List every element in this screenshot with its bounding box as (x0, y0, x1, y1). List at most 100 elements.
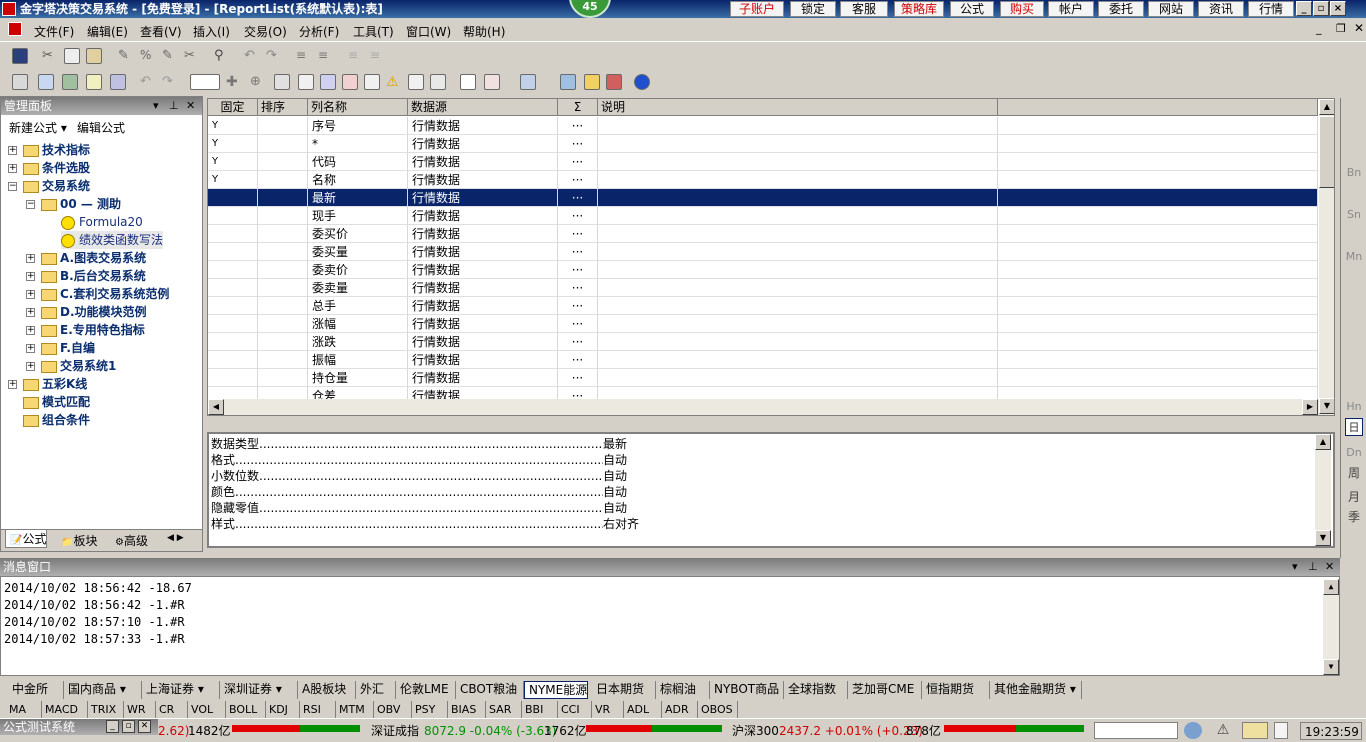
indicator-tab[interactable]: ADR (662, 701, 698, 718)
property-value[interactable]: 自动 (603, 468, 627, 484)
tree-node[interactable]: Formula20 (61, 213, 143, 231)
performance-badge[interactable]: 45 (569, 0, 611, 18)
title-button-4[interactable]: 公式 (950, 1, 994, 17)
msg-scroll-up-icon[interactable]: ▲ (1323, 579, 1339, 595)
grid-header-1[interactable]: 排序 (258, 99, 308, 116)
grid-cell[interactable]: ··· (558, 279, 598, 297)
msg-pin-icon[interactable]: ⊥ (1308, 558, 1318, 576)
period-button[interactable]: Mn (1345, 248, 1363, 266)
grid-cell[interactable]: ··· (558, 153, 598, 171)
tree-node[interactable]: 交易系统1 (41, 357, 116, 375)
tree-node[interactable]: D.功能模块范例 (41, 303, 147, 321)
bar-chart-icon[interactable] (484, 74, 500, 90)
grid-cell[interactable]: ··· (558, 207, 598, 225)
grid-header-0[interactable]: 固定 (208, 99, 258, 116)
uncomment-icon[interactable]: ≡ (370, 48, 386, 64)
tree-node[interactable]: F.自编 (41, 339, 95, 357)
edit-formula-button[interactable]: 编辑公式 (77, 119, 125, 136)
title-button-8[interactable]: 网站 (1148, 1, 1194, 17)
cut-icon[interactable]: ✂ (42, 48, 58, 64)
market-tab[interactable]: 深圳证券 ▾ (220, 681, 298, 699)
status-input[interactable] (1094, 722, 1178, 739)
indicator-tab[interactable]: CR (156, 701, 188, 718)
tree-node[interactable]: 组合条件 (23, 411, 90, 429)
grid-cell[interactable]: ··· (558, 297, 598, 315)
market-tab[interactable]: 中金所 (8, 681, 64, 699)
scroll-up-icon[interactable]: ▲ (1319, 99, 1334, 115)
market-tab[interactable]: CBOT粮油 (456, 681, 524, 699)
title-button-6[interactable]: 帐户 (1048, 1, 1094, 17)
indicator-tab[interactable]: MTM (336, 701, 374, 718)
grid-header-2[interactable]: 列名称 (308, 99, 408, 116)
tree-node[interactable]: 00 — 测助 (41, 195, 121, 213)
panel-menu-icon[interactable]: ▾ (153, 97, 159, 115)
period-button[interactable]: 日 (1345, 418, 1363, 436)
mdi-minimize-icon[interactable]: _ (1316, 22, 1322, 35)
menu-item-8[interactable]: 帮助(H) (463, 23, 505, 40)
line-chart-icon[interactable] (460, 74, 476, 90)
tree-node[interactable]: 五彩K线 (23, 375, 87, 393)
panel-tab-0[interactable]: 📝公式 (5, 530, 48, 548)
grid-cell[interactable]: ··· (558, 225, 598, 243)
new-formula-button[interactable]: 新建公式 ▾ (9, 119, 67, 136)
props-scroll-up-icon[interactable]: ▲ (1315, 434, 1331, 450)
doc-icon[interactable] (8, 22, 22, 36)
market-tab[interactable]: 上海证券 ▾ (142, 681, 220, 699)
network-icon[interactable] (560, 74, 576, 90)
indicator-tab[interactable]: MACD (42, 701, 88, 718)
window-icon[interactable] (62, 74, 78, 90)
scroll-thumb[interactable] (1319, 116, 1334, 188)
property-row[interactable]: 颜色......................................… (211, 484, 1291, 500)
app-icon[interactable] (2, 2, 16, 16)
cursor-dropdown[interactable] (190, 74, 220, 90)
grid-hscrollbar[interactable]: ◀ ▶ (208, 399, 1319, 415)
float-restore-icon[interactable]: ▫ (122, 720, 135, 733)
grid-cell[interactable]: ··· (558, 171, 598, 189)
list-icon[interactable] (86, 74, 102, 90)
float-close-icon[interactable]: ✕ (138, 720, 151, 733)
property-value[interactable]: 右对齐 (603, 516, 639, 532)
grid-row[interactable]: 涨跌 行情数据 ··· (208, 333, 1318, 351)
menu-item-3[interactable]: 插入(I) (193, 23, 230, 40)
property-value[interactable]: 自动 (603, 484, 627, 500)
tree-expander-icon[interactable]: − (26, 200, 35, 209)
menu-item-5[interactable]: 分析(F) (299, 23, 339, 40)
scroll-left-icon[interactable]: ◀ (208, 399, 224, 415)
title-button-0[interactable]: 子账户 (730, 1, 784, 17)
warning-icon[interactable]: ⚠ (386, 74, 402, 90)
tree-expander-icon[interactable]: + (8, 164, 17, 173)
indicator-tab[interactable]: TRIX (88, 701, 124, 718)
tree-expander-icon[interactable]: + (26, 326, 35, 335)
indent-icon[interactable]: ≡ (296, 48, 312, 64)
grid-icon[interactable] (320, 74, 336, 90)
menu-item-0[interactable]: 文件(F) (34, 23, 74, 40)
indicator-tab[interactable]: OBOS (698, 701, 738, 718)
menu-item-4[interactable]: 交易(O) (244, 23, 287, 40)
outdent-icon[interactable]: ≡ (318, 48, 334, 64)
period-button[interactable]: Sn (1345, 206, 1363, 224)
grid-cell[interactable]: ··· (558, 333, 598, 351)
trade-icon[interactable] (606, 74, 622, 90)
globe-icon[interactable] (1184, 722, 1202, 739)
pin-icon[interactable]: ⊥ (169, 97, 179, 115)
scroll-right-icon[interactable]: ▶ (1302, 399, 1318, 415)
panel-tab-scroll-icon[interactable]: ◀ ▶ (167, 533, 184, 543)
indicator-tab[interactable]: WR (124, 701, 156, 718)
property-value[interactable]: 最新 (603, 436, 627, 452)
market-tab[interactable]: 其他金融期货 ▾ (990, 681, 1082, 699)
indicator-tab[interactable]: PSY (412, 701, 448, 718)
property-row[interactable]: 格式......................................… (211, 452, 1291, 468)
order-icon[interactable] (1242, 722, 1268, 739)
restore-icon[interactable]: ▫ (1313, 1, 1329, 16)
title-button-9[interactable]: 资讯 (1198, 1, 1244, 17)
grid-row[interactable]: 委卖价 行情数据 ··· (208, 261, 1318, 279)
grid-cell[interactable]: ··· (558, 369, 598, 387)
tree-node[interactable]: 技术指标 (23, 141, 90, 159)
tree-expander-icon[interactable]: + (26, 362, 35, 371)
grid-row[interactable]: 委买价 行情数据 ··· (208, 225, 1318, 243)
menu-item-2[interactable]: 查看(V) (140, 23, 182, 40)
market-tab[interactable]: 国内商品 ▾ (64, 681, 142, 699)
indicator-tab[interactable]: MA (6, 701, 42, 718)
paste-icon[interactable] (86, 48, 102, 64)
tree-node[interactable]: B.后台交易系统 (41, 267, 146, 285)
